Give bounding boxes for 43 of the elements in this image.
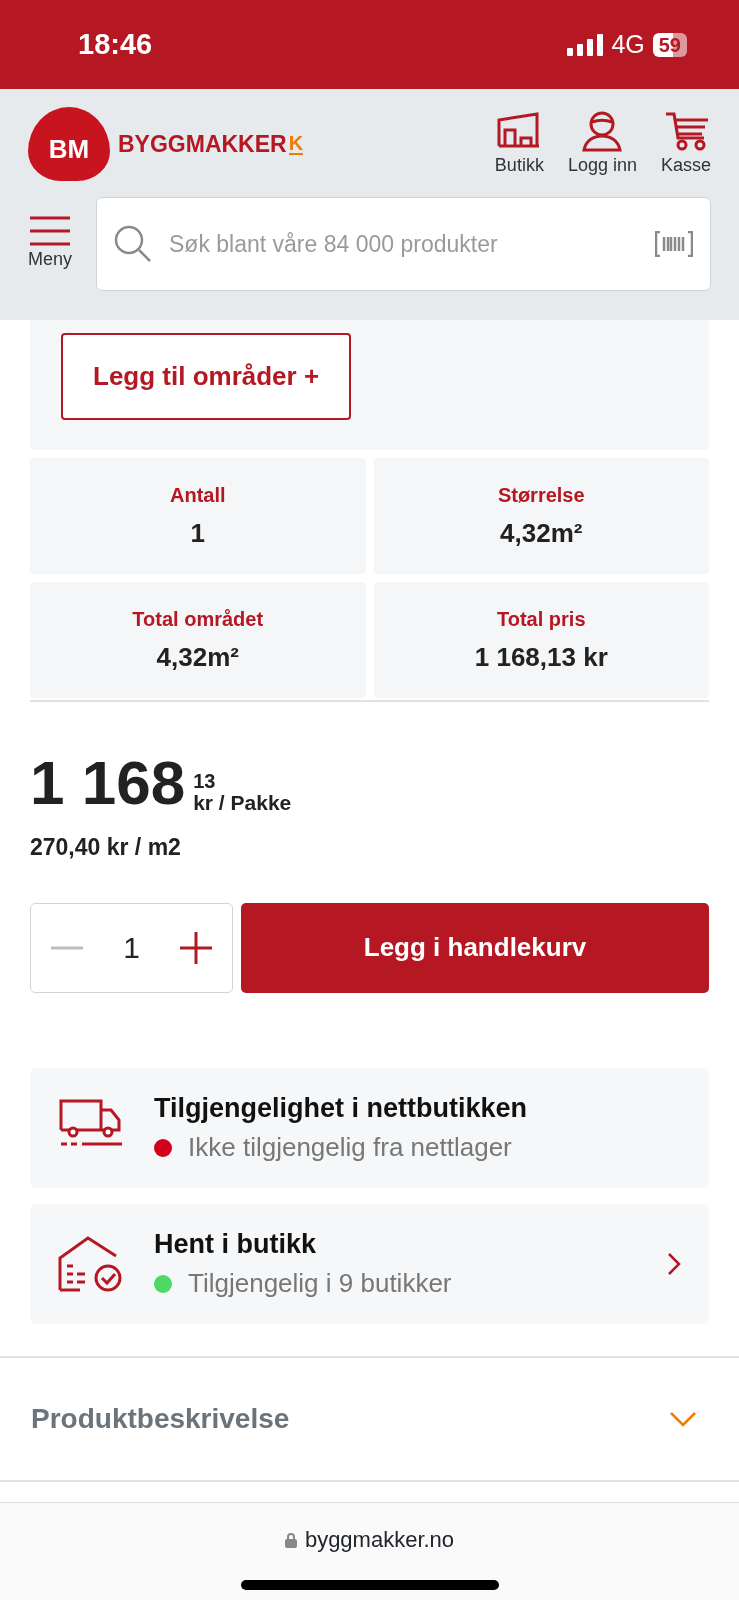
accordion-header[interactable]: Produktbeskrivelse	[0, 1355, 739, 1482]
search-icon	[114, 225, 152, 263]
header-action[interactable]: Butikk	[494, 109, 544, 179]
stat-value: 4,32m²	[155, 640, 240, 674]
availability-title: Tilgjengelighet i nettbutikken	[154, 1091, 529, 1125]
quantity-value: 1	[123, 930, 140, 966]
search-field[interactable]: Søk blant våre 84 000 produkter	[96, 197, 711, 291]
stat-label: Størrelse	[496, 482, 586, 508]
lock-icon	[284, 1531, 297, 1548]
stat-value: 1	[189, 516, 206, 550]
price-decimals: 13	[193, 770, 217, 792]
logo-badge: BM	[28, 107, 110, 181]
availability-status: Ikke tilgjengelig fra nettlager	[188, 1131, 512, 1165]
stat-value: 1 168,13 kr	[473, 640, 609, 674]
header-action[interactable]: Kasse	[660, 109, 711, 179]
plus-icon[interactable]	[179, 931, 212, 964]
price: 1 168	[30, 752, 186, 814]
availability-title: Hent i butikk	[154, 1227, 317, 1261]
availability-card[interactable]: Hent i butikk Tilgjengelig i 9 butikker	[30, 1203, 709, 1324]
url-text: byggmakker.no	[304, 1526, 455, 1554]
clock-time: 18:46	[78, 26, 153, 62]
chevron-down-icon	[669, 1410, 697, 1427]
stat-label: Total pris	[496, 606, 587, 632]
menu-button[interactable]: Meny	[28, 215, 72, 273]
person-icon	[580, 109, 625, 152]
logo-text: BYGGMAKKER	[118, 129, 287, 159]
menu-icon	[29, 215, 71, 246]
logo-mark: K	[288, 133, 304, 155]
add-to-cart-button[interactable]: Legg i handlekurv	[241, 902, 709, 993]
stat-label: Total området	[131, 606, 265, 632]
availability-status: Tilgjengelig i 9 butikker	[188, 1267, 452, 1301]
price-unit: kr / Pakke	[193, 791, 292, 814]
stat-label: Antall	[168, 482, 227, 508]
chevron-right-icon	[667, 1251, 681, 1276]
header-action[interactable]: Logg inn	[567, 109, 637, 179]
add-areas-button[interactable]: Legg til områder +	[61, 333, 352, 420]
unit-price: 270,40 kr / m2	[30, 833, 182, 862]
network-label: 4G	[611, 28, 645, 60]
signal-icon	[567, 33, 604, 56]
stat-value: 4,32m²	[499, 516, 584, 550]
barcode-icon[interactable]	[655, 231, 693, 257]
quantity-stepper[interactable]: 1	[30, 902, 233, 993]
battery-icon: 59	[652, 32, 687, 57]
